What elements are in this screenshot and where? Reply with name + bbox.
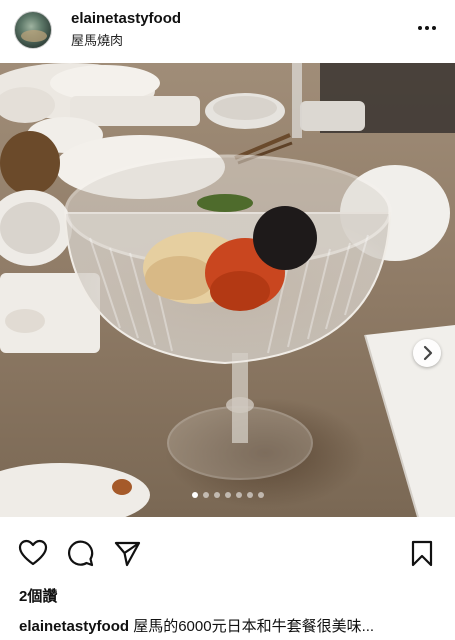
share-button[interactable]	[113, 539, 141, 567]
username[interactable]: elainetastyfood	[71, 10, 181, 28]
heart-icon	[18, 539, 48, 566]
caption-text: 屋馬的6000元日本和牛套餐很美味...	[129, 618, 375, 635]
like-button[interactable]	[18, 539, 48, 567]
carousel-dot	[257, 492, 264, 498]
food-photo-illustration	[0, 63, 455, 517]
bookmark-icon	[411, 540, 433, 567]
paper-plane-icon	[114, 541, 141, 567]
location-label[interactable]: 屋馬燒肉	[71, 33, 123, 49]
avatar[interactable]	[14, 11, 52, 49]
likes-count[interactable]: 2個讚	[19, 588, 57, 606]
caption-username[interactable]: elainetastyfood	[19, 618, 129, 635]
carousel-dot	[191, 492, 198, 498]
more-options-icon[interactable]	[414, 15, 440, 41]
save-button[interactable]	[409, 539, 437, 567]
post-photo[interactable]	[0, 63, 455, 517]
carousel-dot	[213, 492, 220, 498]
action-bar	[0, 535, 455, 571]
carousel-dot	[224, 492, 231, 498]
caption: elainetastyfood 屋馬的6000元日本和牛套餐很美味...	[19, 618, 439, 636]
comment-icon	[68, 540, 94, 567]
carousel-indicator	[0, 492, 455, 500]
post-header: elainetastyfood 屋馬燒肉	[0, 0, 455, 62]
carousel-dot	[235, 492, 242, 498]
comment-button[interactable]	[66, 539, 94, 567]
carousel-dot	[246, 492, 253, 498]
carousel-dot	[202, 492, 209, 498]
next-photo-button[interactable]	[413, 339, 441, 367]
chevron-right-icon	[423, 345, 433, 361]
